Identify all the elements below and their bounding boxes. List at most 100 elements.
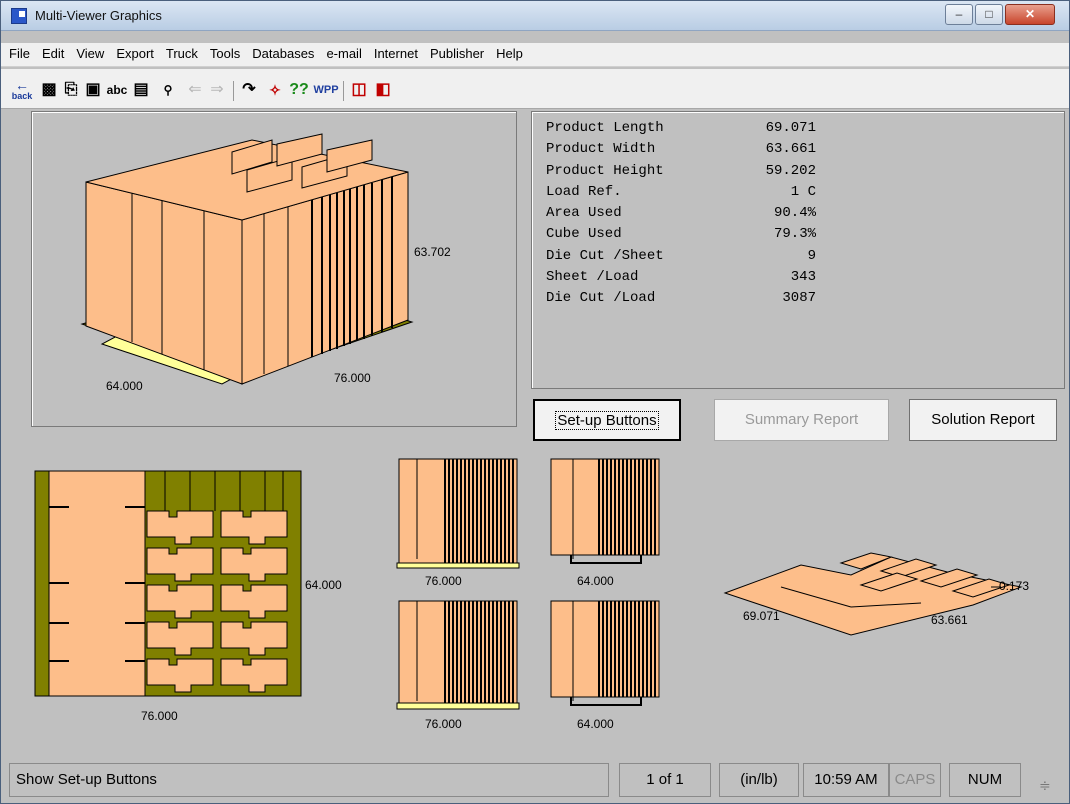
side-view-other-end <box>550 600 660 706</box>
product-thickness-dimension: 0.173 <box>999 579 1030 593</box>
product-flat-drawing <box>723 552 1023 636</box>
info-label: Product Height <box>546 162 664 179</box>
side-view-back <box>396 600 520 710</box>
menu-bar: File Edit View Export Truck Tools Databases e-m… <box>1 43 1069 67</box>
side-back-length-dimension: 76.000 <box>425 717 462 731</box>
product-info-panel: Product Length 69.071 Product Width 63.661 P… <box>531 111 1065 389</box>
setup-buttons-label: Set-up Buttons <box>555 411 659 430</box>
info-label: Product Width <box>546 141 656 158</box>
product-info-table: Product Length 69.071 Product Width 63.661 P… <box>546 118 816 310</box>
status-page: 1 of 1 <box>619 763 711 797</box>
back-button[interactable]: ← back <box>9 77 35 101</box>
iso-height-dimension: 63.702 <box>414 245 451 259</box>
side-front-length-dimension: 76.000 <box>425 574 462 588</box>
info-value: 9 <box>807 247 816 264</box>
pdf-icon[interactable]: ◫ <box>349 79 369 101</box>
info-row: Product Length 69.071 <box>546 118 816 139</box>
rotate-icon[interactable]: ↷ <box>239 79 259 101</box>
minimize-button[interactable]: – <box>945 4 973 25</box>
title-bar[interactable]: Multi-Viewer Graphics – □ ✕ <box>1 1 1069 31</box>
next-arrow-icon[interactable]: ⇒ <box>207 79 227 101</box>
side-end-width-dimension: 64.000 <box>577 574 614 588</box>
info-label: Area Used <box>546 205 622 222</box>
top-view-drawing: 64.000 <box>34 470 342 697</box>
info-row: Sheet /Load 343 <box>546 267 816 288</box>
solution-report-label: Solution Report <box>931 411 1035 428</box>
units-icon[interactable]: ✧ <box>265 79 285 101</box>
iso-width-dimension: 64.000 <box>106 379 143 393</box>
status-message: Show Set-up Buttons <box>9 763 609 797</box>
side-view-end <box>550 458 660 564</box>
info-row: Area Used 90.4% <box>546 203 816 224</box>
info-value: 69.071 <box>765 120 816 136</box>
menu-databases[interactable]: Databases <box>246 43 320 64</box>
top-view-width-dimension: 64.000 <box>305 578 342 592</box>
info-value: 59.202 <box>765 162 816 179</box>
close-button[interactable]: ✕ <box>1005 4 1055 25</box>
app-window: Multi-Viewer Graphics – □ ✕ File Edit View… <box>0 0 1070 804</box>
menu-help[interactable]: Help <box>490 43 529 64</box>
info-label: Cube Used <box>546 226 622 243</box>
side-view-front <box>396 458 520 569</box>
info-row: Cube Used 79.3% <box>546 224 816 245</box>
info-value: 343 <box>790 269 816 286</box>
print-icon[interactable]: ⎘ <box>61 79 81 101</box>
setup-buttons-button[interactable]: Set-up Buttons <box>533 399 681 441</box>
toolbar-separator <box>343 81 344 101</box>
info-label: Die Cut /Load <box>546 290 656 307</box>
info-label: Sheet /Load <box>546 269 639 286</box>
back-label: back <box>11 91 33 101</box>
maximize-button[interactable]: □ <box>975 4 1003 25</box>
menu-file[interactable]: File <box>3 43 36 64</box>
info-row: Load Ref. 1 C <box>546 182 816 203</box>
info-value: 79.3% <box>773 226 816 243</box>
menu-internet[interactable]: Internet <box>368 43 424 64</box>
status-time: 10:59 AM <box>803 763 889 797</box>
summary-report-label: Summary Report <box>744 411 859 428</box>
menu-export[interactable]: Export <box>110 43 160 64</box>
toolbar: ← back ▩ ⎘ ▣ abc ▤ ⚲ ⇐ ⇒ ↷ ✧ ?? WPP ◫ ◧ <box>1 69 1069 109</box>
info-label: Product Length <box>546 120 664 136</box>
status-caps: CAPS <box>889 763 941 797</box>
side-other-end-width-dimension: 64.000 <box>577 717 614 731</box>
info-label: Die Cut /Sheet <box>546 247 664 264</box>
info-value: 90.4% <box>773 205 816 222</box>
window-title: Multi-Viewer Graphics <box>35 8 162 23</box>
status-units: (in/lb) <box>719 763 799 797</box>
previous-arrow-icon[interactable]: ⇐ <box>185 79 205 101</box>
resize-grip-icon[interactable]: ≑ <box>1039 777 1051 794</box>
status-bar: Show Set-up Buttons 1 of 1 (in/lb) 10:59… <box>9 763 1061 797</box>
menu-view[interactable]: View <box>70 43 110 64</box>
product-length-dimension: 69.071 <box>743 609 780 623</box>
info-row: Product Width 63.661 <box>546 139 816 160</box>
info-value: 1 C <box>790 183 816 200</box>
solution-report-button[interactable]: Solution Report <box>909 399 1057 441</box>
menu-edit[interactable]: Edit <box>36 43 70 64</box>
info-label: Load Ref. <box>546 183 622 200</box>
menu-publisher[interactable]: Publisher <box>424 43 490 64</box>
notes-icon[interactable]: ▤ <box>131 79 151 101</box>
summary-report-button[interactable]: Summary Report <box>714 399 889 441</box>
app-icon <box>11 8 27 24</box>
spell-check-icon[interactable]: abc <box>105 79 129 101</box>
info-value: 3087 <box>782 290 816 307</box>
menu-tools[interactable]: Tools <box>204 43 246 64</box>
print-preview-icon[interactable]: ▣ <box>83 79 103 101</box>
isometric-view: 63.702 64.000 76.000 <box>31 111 517 427</box>
pdf-report-icon[interactable]: ◧ <box>373 79 393 101</box>
zoom-icon[interactable]: ⚲ <box>159 79 177 101</box>
info-value: 63.661 <box>765 141 816 158</box>
info-row: Die Cut /Load 3087 <box>546 288 816 309</box>
hidden-icon[interactable]: ?? <box>287 79 311 101</box>
top-view-length-dimension: 76.000 <box>141 709 178 723</box>
toolbar-separator <box>233 81 234 101</box>
menu-truck[interactable]: Truck <box>160 43 204 64</box>
back-arrow-icon: ← <box>15 77 29 93</box>
info-row: Product Height 59.202 <box>546 161 816 182</box>
iso-length-dimension: 76.000 <box>334 371 371 385</box>
isometric-load-drawing: 63.702 64.000 76.000 <box>80 133 451 393</box>
wpp-icon[interactable]: WPP <box>313 79 339 101</box>
save-icon[interactable]: ▩ <box>39 79 59 101</box>
status-num: NUM <box>949 763 1021 797</box>
menu-email[interactable]: e-mail <box>320 43 367 64</box>
